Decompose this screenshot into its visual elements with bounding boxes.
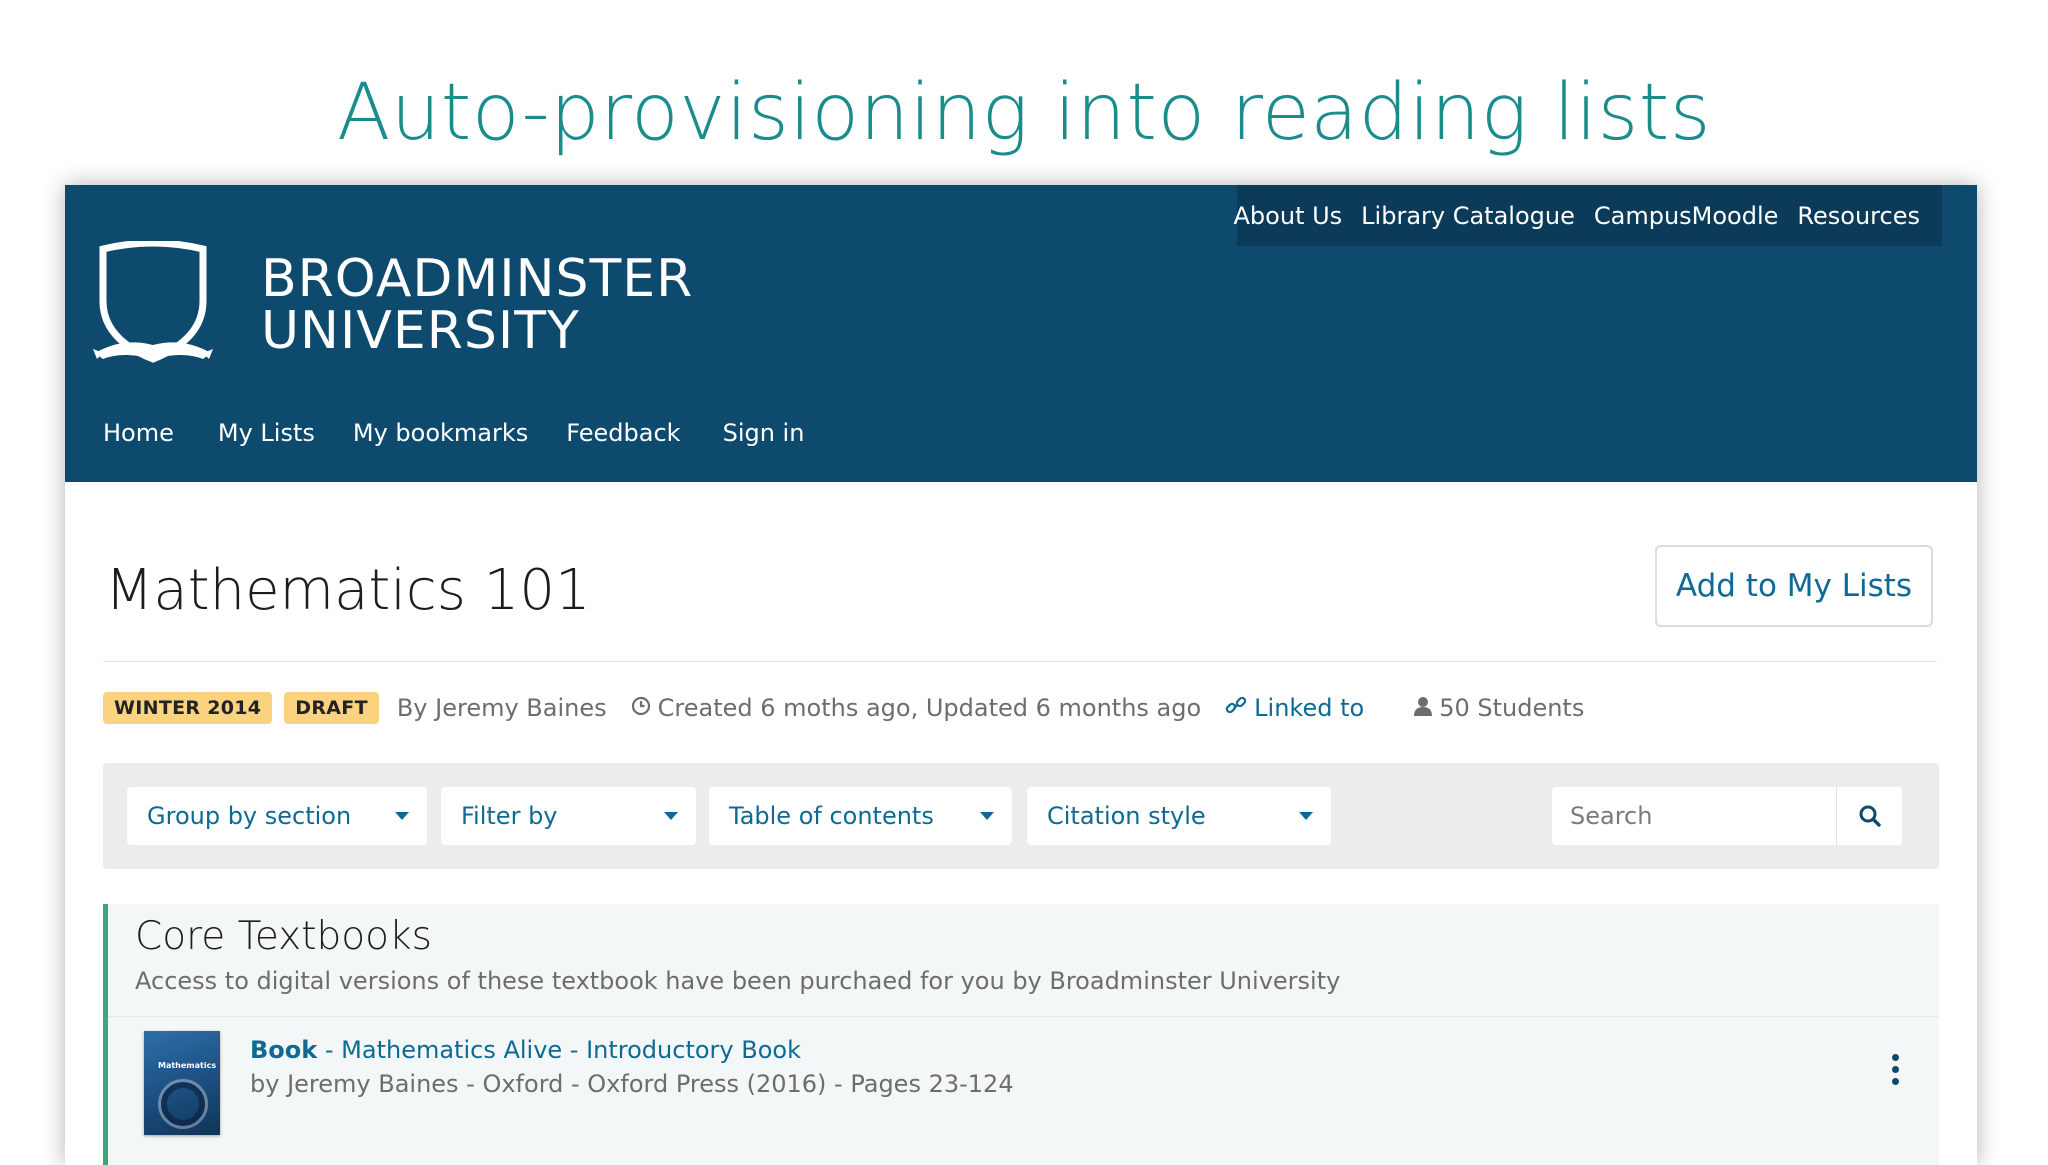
utility-link-campusmoodle[interactable]: CampusMoodle: [1594, 202, 1779, 230]
page-title: Mathematics 101: [105, 558, 591, 623]
nav-sign-in[interactable]: Sign in: [723, 419, 805, 447]
nav-my-bookmarks[interactable]: My bookmarks: [353, 419, 528, 447]
caret-down-icon: [980, 812, 994, 820]
add-to-my-lists-button[interactable]: Add to My Lists: [1655, 545, 1933, 627]
search-icon: [1859, 805, 1881, 827]
group-by-dropdown[interactable]: Group by section: [127, 787, 427, 845]
main-nav: Home My Lists My bookmarks Feedback Sign…: [103, 419, 844, 447]
student-count: 50 Students: [1439, 694, 1585, 722]
cover-title: Mathematics: [158, 1061, 217, 1070]
status-badge: DRAFT: [284, 692, 379, 724]
table-of-contents-dropdown[interactable]: Table of contents: [709, 787, 1012, 845]
item-type: Book: [250, 1036, 318, 1064]
list-dates: Created 6 moths ago, Updated 6 months ag…: [657, 694, 1202, 722]
section-divider: [108, 1016, 1939, 1017]
filter-by-label: Filter by: [461, 802, 558, 830]
search-button[interactable]: [1836, 787, 1902, 845]
utility-link-resources[interactable]: Resources: [1797, 202, 1920, 230]
wordmark-line1: BROADMINSTER: [261, 249, 694, 309]
utility-link-library-catalogue[interactable]: Library Catalogue: [1361, 202, 1575, 230]
citation-style-label: Citation style: [1047, 802, 1206, 830]
filter-by-dropdown[interactable]: Filter by: [441, 787, 696, 845]
title-divider: [103, 661, 1937, 662]
browser-frame: About Us Library Catalogue CampusMoodle …: [65, 185, 1977, 1165]
nav-feedback[interactable]: Feedback: [566, 419, 680, 447]
table-of-contents-label: Table of contents: [729, 802, 934, 830]
list-toolbar: Group by section Filter by Table of cont…: [103, 763, 1939, 869]
clock-icon: [631, 696, 651, 721]
list-author: By Jeremy Baines: [396, 694, 607, 722]
caret-down-icon: [664, 812, 678, 820]
search-input[interactable]: [1552, 787, 1836, 845]
section-description: Access to digital versions of these text…: [135, 967, 1341, 995]
wordmark-line2: UNIVERSITY: [261, 301, 580, 361]
list-meta: WINTER 2014 DRAFT By Jeremy Baines Creat…: [103, 688, 1584, 728]
utility-link-about[interactable]: About Us: [1234, 202, 1343, 230]
citation-style-dropdown[interactable]: Citation style: [1027, 787, 1331, 845]
caret-down-icon: [1299, 812, 1313, 820]
university-wordmark: BROADMINSTER UNIVERSITY: [261, 253, 693, 357]
linked-to-link[interactable]: Linked to: [1225, 694, 1364, 722]
shield-crest-icon: [93, 241, 213, 363]
section-title: Core Textbooks: [135, 914, 432, 959]
section-core-textbooks: Core Textbooks Access to digital version…: [103, 904, 1939, 1165]
item-title-text: - Mathematics Alive - Introductory Book: [317, 1036, 801, 1064]
term-badge: WINTER 2014: [103, 692, 273, 724]
more-vertical-icon[interactable]: [1885, 1054, 1905, 1090]
group-by-label: Group by section: [147, 802, 352, 830]
site-header: About Us Library Catalogue CampusMoodle …: [65, 185, 1977, 482]
slide-title: Auto-provisioning into reading lists: [336, 68, 1712, 158]
list-item-details: by Jeremy Baines - Oxford - Oxford Press…: [250, 1070, 1014, 1098]
caret-down-icon: [395, 812, 409, 820]
cover-swirl-graphic: [158, 1079, 208, 1129]
nav-home[interactable]: Home: [103, 419, 174, 447]
utility-nav: About Us Library Catalogue CampusMoodle …: [1234, 185, 1942, 246]
list-item-title[interactable]: Book - Mathematics Alive - Introductory …: [250, 1036, 801, 1064]
link-icon: [1225, 696, 1247, 721]
nav-my-lists[interactable]: My Lists: [218, 419, 315, 447]
university-logo[interactable]: BROADMINSTER UNIVERSITY: [93, 241, 692, 371]
linked-to-label: Linked to: [1254, 694, 1365, 722]
user-icon: [1414, 696, 1433, 721]
search-box: [1552, 787, 1902, 845]
book-cover[interactable]: Mathematics: [144, 1031, 220, 1135]
